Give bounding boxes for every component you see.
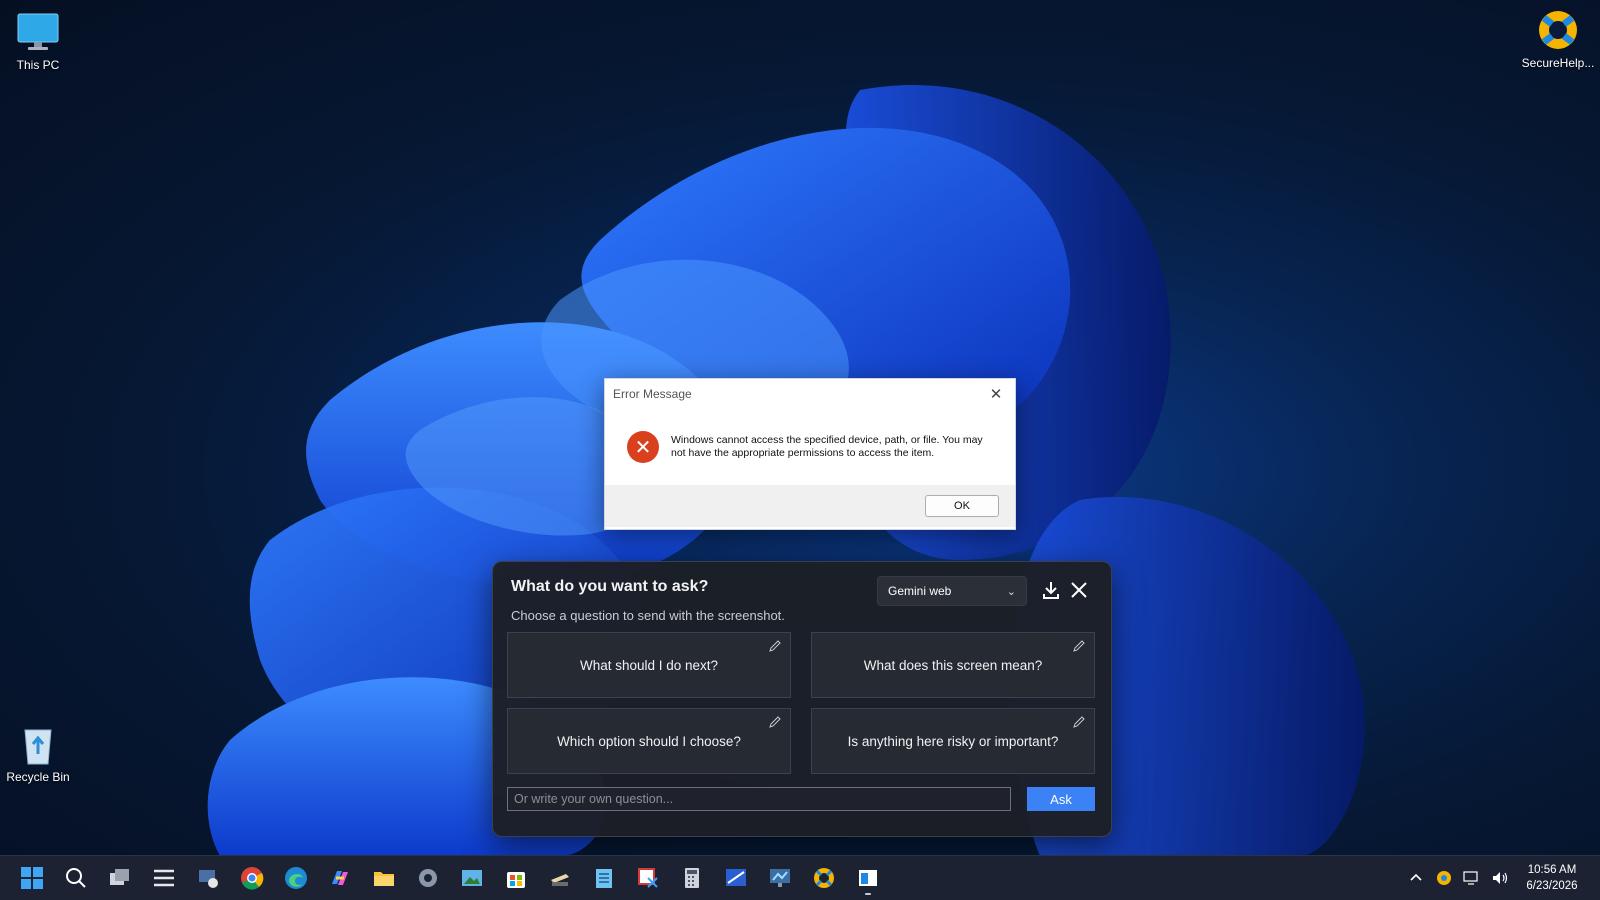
calculator-icon[interactable] [674,860,710,896]
model-select-value: Gemini web [888,584,952,598]
network-icon[interactable] [1458,864,1486,892]
edge-icon[interactable] [278,860,314,896]
download-icon[interactable] [1039,578,1063,602]
close-icon[interactable] [1067,578,1091,602]
question-label: Which option should I choose? [557,733,741,749]
store-icon[interactable] [498,860,534,896]
ok-button[interactable]: OK [925,495,999,517]
ask-subheading: Choose a question to send with the scree… [511,608,785,623]
search-icon[interactable] [58,860,94,896]
securehelp-icon[interactable] [806,860,842,896]
lifebuoy-tray-icon[interactable] [1430,864,1458,892]
monitor-icon [16,10,60,54]
photos-icon[interactable] [454,860,490,896]
settings-icon[interactable] [410,860,446,896]
taskbar-apps [14,856,886,900]
dialog-body: ✕ Windows cannot access the specified de… [605,409,1015,485]
ask-heading: What do you want to ask? [511,578,709,595]
dialog-titlebar[interactable]: Error Message ✕ [605,379,1015,409]
clock-date: 6/23/2026 [1526,880,1578,892]
window-app-icon[interactable] [850,860,886,896]
pencil-icon[interactable] [1072,639,1086,653]
copilot-icon[interactable] [322,860,358,896]
running-indicator [865,893,871,895]
question-card[interactable]: Is anything here risky or important? [811,708,1095,774]
pencil-icon[interactable] [1072,715,1086,729]
question-card[interactable]: Which option should I choose? [507,708,791,774]
paint-icon[interactable] [718,860,754,896]
close-icon[interactable]: ✕ [985,383,1007,405]
start-icon[interactable] [14,860,50,896]
chevron-up-icon[interactable] [1402,864,1430,892]
error-message: Windows cannot access the specified devi… [671,434,983,459]
error-dialog: Error Message ✕ ✕ Windows cannot access … [604,378,1016,530]
pencil-icon[interactable] [768,639,782,653]
desktop-icon-recycle-bin[interactable]: Recycle Bin [0,722,76,784]
system-tray: 10:56 AM 6/23/2026 [1402,856,1600,900]
desktop-icon-label: This PC [16,58,60,72]
file-explorer-icon[interactable] [366,860,402,896]
chevron-down-icon: ⌄ [1006,585,1016,598]
notepad-icon[interactable] [586,860,622,896]
dialog-title: Error Message [613,387,692,401]
clock-time: 10:56 AM [1527,864,1577,876]
question-label: What does this screen mean? [863,657,1043,673]
question-label: Is anything here risky or important? [847,733,1059,749]
desktop-icon-this-pc[interactable]: This PC [0,10,76,72]
task-view-icon[interactable] [102,860,138,896]
error-icon: ✕ [627,431,659,463]
ask-button[interactable]: Ask [1027,787,1095,811]
snipping-tool-icon[interactable] [630,860,666,896]
clock[interactable]: 10:56 AM 6/23/2026 [1514,862,1590,894]
pencil-icon[interactable] [768,715,782,729]
question-label: What should I do next? [579,657,719,673]
chrome-icon[interactable] [234,860,270,896]
model-select[interactable]: Gemini web ⌄ [877,576,1027,606]
desktop-icon-label: Recycle Bin [6,770,70,784]
question-card[interactable]: What does this screen mean? [811,632,1095,698]
volume-icon[interactable] [1486,864,1514,892]
ask-panel: What do you want to ask? Choose a questi… [492,561,1112,837]
menu-icon[interactable] [146,860,182,896]
lifebuoy-icon [1536,8,1580,52]
scanner-icon[interactable] [542,860,578,896]
remote-desktop-icon[interactable] [190,860,226,896]
monitor-app-icon[interactable] [762,860,798,896]
desktop-icon-label: SecureHelp... [1521,56,1595,70]
desktop-icon-securehelp[interactable]: SecureHelp... [1520,8,1596,70]
question-card[interactable]: What should I do next? [507,632,791,698]
taskbar: 10:56 AM 6/23/2026 [0,855,1600,900]
own-question-input[interactable] [507,787,1011,811]
recycle-bin-icon [16,722,60,766]
dialog-footer: OK [605,485,1015,527]
